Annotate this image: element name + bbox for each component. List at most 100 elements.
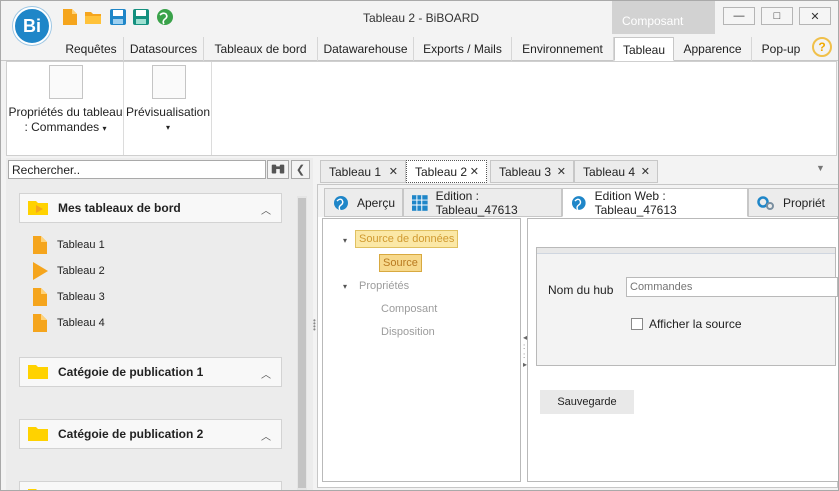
tree-node-composant[interactable]: Composant (381, 303, 437, 315)
document-icon (33, 314, 47, 332)
app-logo[interactable]: Bi (13, 7, 51, 45)
doc-tab-tableau-2[interactable]: Tableau 2 ✕ (406, 160, 487, 183)
chevron-up-icon[interactable]: ︿ (261, 202, 271, 217)
dropdown-caret-icon: ▾ (102, 124, 107, 133)
table-properties-icon[interactable] (49, 65, 83, 99)
box-header (537, 248, 835, 254)
dropdown-caret-icon: ▾ (165, 123, 170, 132)
document-tab-bar: Tableau 1 ✕ Tableau 2 ✕ Tableau 3 ✕ Tabl… (320, 160, 836, 184)
doc-tab-label: Tableau 2 (415, 165, 468, 179)
chevron-up-icon[interactable]: ︿ (261, 366, 271, 381)
new-file-icon[interactable] (61, 8, 79, 26)
close-button[interactable]: ✕ (799, 7, 831, 25)
sidebar-item-tableau-3[interactable]: Tableau 3 (31, 287, 105, 307)
ribbon-tab-tableau[interactable]: Tableau (614, 37, 674, 61)
left-panel-scrollbar[interactable] (297, 196, 307, 490)
globe-icon (334, 195, 348, 210)
doc-tab-label: Tableau 1 (329, 165, 382, 179)
document-content: Aperçu Edition : Tableau_47613 Edition W… (317, 184, 838, 488)
ribbon-tab-apparence[interactable]: Apparence (674, 37, 752, 61)
hub-name-input[interactable] (626, 277, 838, 297)
view-tab-edition-web[interactable]: Edition Web : Tableau_47613 (562, 188, 748, 217)
help-icon[interactable]: ? (812, 37, 832, 57)
gears-icon (757, 195, 774, 210)
minimize-button[interactable]: — (723, 7, 755, 25)
preview-button[interactable]: Prévisualisation ▾ (125, 105, 211, 135)
tree-node-source[interactable]: Source (379, 254, 422, 272)
scrollbar-thumb[interactable] (298, 198, 306, 488)
section-partially-visible[interactable] (19, 481, 282, 490)
ribbon-tab-popup[interactable]: Pop-up (752, 37, 810, 61)
tree-node-disposition[interactable]: Disposition (381, 326, 435, 338)
section-label: Catégoie de publication 1 (58, 365, 204, 379)
maximize-button[interactable]: □ (761, 7, 793, 25)
ribbon-group-preview: Prévisualisation ▾ (124, 62, 212, 155)
tree-node-proprietes[interactable]: Propriétés (359, 280, 409, 292)
ribbon-tab-datasources[interactable]: Datasources (124, 37, 204, 61)
section-categorie-publication-1[interactable]: Catégoie de publication 1 ︿ (19, 357, 282, 387)
tree-node-source-de-donnees[interactable]: Source de données (355, 230, 459, 248)
doc-tab-label: Tableau 3 (499, 165, 552, 179)
search-input[interactable] (8, 160, 266, 179)
ribbon-tab-tableaux-de-bord[interactable]: Tableaux de bord (204, 37, 318, 61)
publish-globe-icon[interactable] (156, 8, 174, 26)
sidebar-item-tableau-1[interactable]: Tableau 1 (31, 235, 105, 255)
globe-icon (571, 195, 586, 210)
save-button[interactable]: Sauvegarde (540, 390, 634, 414)
tab-list-dropdown-icon[interactable]: ▼ (816, 163, 825, 173)
ribbon-tab-datawarehouse[interactable]: Datawarehouse (318, 37, 414, 61)
close-tab-icon[interactable]: ✕ (389, 165, 398, 178)
open-folder-icon[interactable] (84, 8, 102, 26)
view-tab-proprietes[interactable]: Propriét (748, 188, 838, 217)
sidebar-item-tableau-2[interactable]: Tableau 2 (31, 261, 105, 281)
view-tab-label: Aperçu (357, 195, 396, 210)
expand-arrow-icon[interactable]: ▾ (343, 236, 347, 245)
ribbon-tab-environnement[interactable]: Environnement (512, 37, 614, 61)
section-label: Catégoie de publication 2 (58, 427, 204, 441)
window-title: Tableau 2 - BiBOARD (362, 11, 480, 25)
save-as-icon[interactable] (132, 8, 150, 26)
play-icon (33, 262, 48, 280)
ribbon-tab-requetes[interactable]: Requêtes (59, 37, 124, 61)
close-tab-icon[interactable]: ✕ (641, 165, 650, 178)
view-tab-label: Edition Web : Tableau_47613 (594, 188, 677, 217)
table-properties-label-line2: : Commandes (24, 120, 100, 134)
title-bar: Bi Tableau 2 - BiBOARD Composant — □ ✕ (1, 1, 838, 45)
close-tab-icon[interactable]: ✕ (470, 165, 479, 178)
item-label: Tableau 1 (57, 239, 105, 251)
view-tab-edition[interactable]: Edition : Tableau_47613 (403, 188, 562, 217)
binoculars-search-icon[interactable] (267, 160, 289, 179)
doc-tab-tableau-1[interactable]: Tableau 1 ✕ (320, 160, 406, 183)
property-editor: Nom du hub Afficher la source Sauvegarde (527, 218, 838, 482)
show-source-checkbox[interactable] (631, 318, 643, 330)
source-properties-box: Nom du hub Afficher la source (536, 247, 838, 366)
collapse-panel-button[interactable]: ❮ (291, 160, 310, 179)
app-window: Bi Tableau 2 - BiBOARD Composant — □ ✕ R… (0, 0, 839, 491)
view-tab-label: Edition : Tableau_47613 (435, 188, 518, 217)
section-mes-tableaux-de-bord[interactable]: Mes tableaux de bord ︿ (19, 193, 282, 223)
ribbon-tab-bar: Requêtes Datasources Tableaux de bord Da… (1, 37, 838, 61)
section-label: Mes tableaux de bord (58, 201, 181, 215)
chevron-up-icon[interactable]: ︿ (261, 428, 271, 443)
sidebar-item-tableau-4[interactable]: Tableau 4 (31, 313, 105, 333)
doc-tab-label: Tableau 4 (583, 165, 636, 179)
save-icon[interactable] (109, 8, 127, 26)
item-label: Tableau 2 (57, 265, 105, 277)
doc-tab-tableau-3[interactable]: Tableau 3 ✕ (490, 160, 574, 183)
folder-icon (28, 365, 48, 379)
preview-icon[interactable] (152, 65, 186, 99)
expand-arrow-icon[interactable]: ▾ (343, 282, 347, 291)
section-categorie-publication-2[interactable]: Catégoie de publication 2 ︿ (19, 419, 282, 449)
component-tree: ▾ Source de données Source ▾ Propriétés … (322, 218, 521, 482)
item-label: Tableau 3 (57, 291, 105, 303)
panel-splitter[interactable]: • • • • (313, 317, 316, 334)
ribbon-tab-exports-mails[interactable]: Exports / Mails (414, 37, 512, 61)
doc-tab-tableau-4[interactable]: Tableau 4 ✕ (574, 160, 658, 183)
table-properties-label-line1: Propriétés du tableau (8, 105, 123, 119)
show-source-label: Afficher la source (649, 317, 742, 331)
folder-icon (28, 427, 48, 441)
table-properties-button[interactable]: Propriétés du tableau : Commandes ▾ (8, 105, 123, 136)
ribbon-panel: Propriétés du tableau : Commandes ▾ Prév… (6, 61, 837, 156)
view-tab-apercu[interactable]: Aperçu (324, 188, 403, 217)
close-tab-icon[interactable]: ✕ (557, 165, 566, 178)
